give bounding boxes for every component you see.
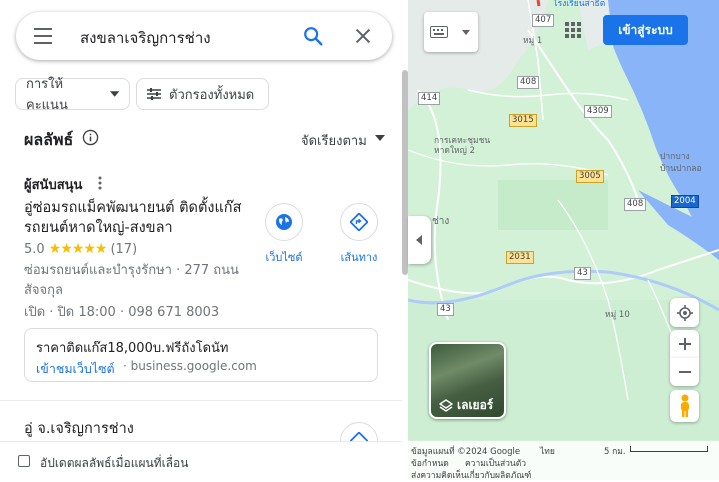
route-shield: 2031 (506, 251, 534, 264)
rating-stars: ★★★★★ (48, 241, 108, 257)
directions-button[interactable]: เส้นทาง (329, 203, 389, 266)
results-panel: สงขลาเจริญการช่าง การให้คะแนน ตัวกรองทั้… (0, 0, 408, 480)
input-tools-button[interactable] (424, 12, 478, 52)
zoom-in-button[interactable] (670, 330, 699, 358)
review-count: (17) (110, 241, 138, 257)
sponsored-label: ผู้สนับสนุน (24, 178, 83, 193)
keyboard-icon (430, 26, 448, 38)
website-icon-circle[interactable] (265, 203, 303, 241)
street-view-pegman[interactable] (670, 390, 699, 422)
divider (0, 400, 402, 401)
route-shield: 2004 (671, 195, 699, 208)
update-results-checkbox[interactable] (18, 455, 30, 467)
layers-label: เลเยอร์ (457, 398, 494, 412)
route-shield: 407 (532, 14, 555, 27)
map-label-village-1: หมู่ 1 (523, 36, 543, 46)
results-title: ผลลัพธ์ (24, 130, 74, 149)
info-icon[interactable] (82, 129, 99, 146)
my-location-button[interactable] (670, 298, 699, 327)
close-icon[interactable] (352, 25, 374, 47)
rating-filter-chip[interactable]: การให้คะแนน (15, 77, 130, 113)
collapse-panel-button[interactable] (408, 216, 431, 264)
promo-domain: · business.google.com (123, 359, 257, 373)
website-label: เว็บไซต์ (265, 251, 303, 264)
my-location-icon (676, 304, 693, 321)
promo-visit-link[interactable]: เข้าชมเว็บไซต์ (36, 359, 115, 379)
sort-button[interactable]: จัดเรียงตาม (301, 130, 367, 151)
website-button[interactable]: เว็บไซต์ (254, 203, 314, 266)
tune-icon (147, 88, 161, 100)
more-vert-icon[interactable] (97, 176, 103, 190)
globe-icon (276, 214, 292, 230)
plus-icon (678, 338, 691, 350)
directions-icon-circle[interactable] (340, 203, 378, 241)
all-filters-chip[interactable]: ตัวกรองทั้งหมด (136, 78, 269, 110)
map-scale-bar (630, 446, 708, 452)
route-shield: 43 (574, 267, 591, 280)
map-label-top-place: โรงเรียนสาธิต (553, 0, 606, 9)
map-label-village-10: หมู่ 10 (605, 310, 630, 320)
chevron-left-icon (416, 235, 422, 245)
route-shield: 408 (517, 76, 540, 89)
all-filters-label: ตัวกรองทั้งหมด (169, 87, 255, 103)
pegman-icon (680, 394, 689, 417)
bottom-bar: อัปเดตผลลัพธ์เมื่อแผนที่เลื่อน (0, 441, 402, 480)
layers-label-row: เลเยอร์ (439, 396, 493, 415)
directions-label: เส้นทาง (340, 251, 378, 264)
map-language[interactable]: ไทย (540, 444, 555, 458)
rating-value: 5.0 (24, 241, 45, 257)
map-label-chang: ช่าง (432, 216, 450, 227)
map-footer: ข้อมูลแผนที่ ©2024 Google ไทย ข้อกำหนด ค… (408, 441, 719, 481)
sign-in-button[interactable]: เข้าสู่ระบบ (603, 15, 688, 45)
caret-down-icon (462, 30, 470, 35)
route-shield: 3005 (576, 170, 604, 183)
business-hours-phone: เปิด · ปิด 18:00 · 098 671 8003 (24, 305, 220, 320)
layers-icon (439, 398, 453, 412)
apps-icon[interactable] (565, 22, 581, 38)
route-shield: 43 (437, 303, 454, 316)
minus-icon (678, 371, 691, 373)
search-box[interactable]: สงขลาเจริญการช่าง (16, 12, 392, 60)
caret-down-icon (109, 91, 119, 97)
business-name[interactable]: อู่ซ่อมรถแม็คพัฒนายนต์ ติดตั้งแก๊สรถยนต์… (24, 198, 244, 238)
promo-card[interactable]: ราคาติดแก๊ส18,000บ.ฟรีถังโดนัท เข้าชมเว็… (24, 328, 378, 382)
caret-down-icon (375, 135, 385, 141)
route-shield: 3015 (509, 114, 537, 127)
promo-domain-text: business.google.com (130, 359, 257, 373)
rating-filter-label: การให้คะแนน (26, 77, 68, 113)
rating-row: 5.0 ★★★★★ (17) (24, 241, 137, 257)
route-shield: 414 (418, 92, 441, 105)
search-icon[interactable] (302, 25, 324, 47)
search-input[interactable]: สงขลาเจริญการช่าง (80, 26, 211, 50)
directions-icon (350, 213, 368, 231)
map-scale-label: 5 กม. (604, 447, 626, 457)
map-label-district: การเคหะชุมชน หาดใหญ่ 2 (434, 136, 491, 156)
zoom-out-button[interactable] (670, 358, 699, 386)
business-category-address: ซ่อมรถยนต์และบำรุงรักษา · 277 ถนน สัจจกุ… (24, 263, 239, 298)
promo-text: ราคาติดแก๊ส18,000บ.ฟรีถังโดนัท (36, 341, 229, 356)
menu-icon[interactable] (34, 28, 52, 44)
map-label-pak-nang: ปากบาง บ้านปากลอ (660, 152, 702, 174)
business-name-2[interactable]: อู่ จ.เจริญการช่าง (24, 417, 134, 440)
update-results-label: อัปเดตผลลัพธ์เมื่อแผนที่เลื่อน (40, 456, 189, 470)
route-shield: 408 (624, 198, 647, 211)
layers-button[interactable]: เลเยอร์ (429, 342, 506, 419)
route-shield: 4309 (584, 105, 612, 118)
